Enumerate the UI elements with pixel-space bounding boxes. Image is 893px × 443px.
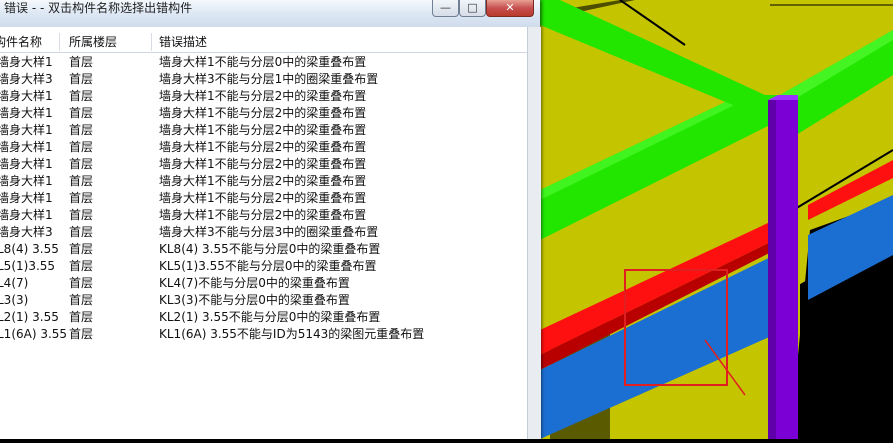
item-floor: 首层	[69, 225, 94, 239]
list-item[interactable]: L5(1)3.55 首层 KL5(1)3.55不能与分层0中的梁重叠布置	[0, 258, 527, 275]
list-header: 构件名称 所属楼层 错误描述	[0, 33, 527, 51]
item-name[interactable]: 墙身大样1	[0, 207, 53, 224]
item-name[interactable]: 墙身大样1	[0, 156, 53, 173]
list-item[interactable]: 墙身大样1 首层 墙身大样1不能与分层2中的梁重叠布置	[0, 156, 527, 173]
item-name[interactable]: L8(4) 3.55	[0, 241, 59, 258]
item-floor: 首层	[69, 191, 94, 205]
item-name[interactable]: 墙身大样1	[0, 190, 53, 207]
item-name[interactable]: 墙身大样3	[0, 71, 53, 88]
item-name[interactable]: L4(7)	[0, 275, 28, 292]
list-item[interactable]: L2(1) 3.55 首层 KL2(1) 3.55不能与分层0中的梁重叠布置	[0, 309, 527, 326]
list-item[interactable]: L3(3) 首层 KL3(3)不能与分层0中的梁重叠布置	[0, 292, 527, 309]
item-description: 墙身大样1不能与分层2中的梁重叠布置	[159, 174, 367, 188]
item-description: 墙身大样1不能与分层2中的梁重叠布置	[159, 89, 367, 103]
item-floor: 首层	[69, 293, 94, 307]
item-description: 墙身大样1不能与分层2中的梁重叠布置	[159, 140, 367, 154]
close-icon: ✕	[505, 1, 515, 14]
item-floor: 首层	[69, 140, 94, 154]
item-name[interactable]: L3(3)	[0, 292, 28, 309]
list-item[interactable]: 墙身大样1 首层 墙身大样1不能与分层2中的梁重叠布置	[0, 105, 527, 122]
item-floor: 首层	[69, 89, 94, 103]
item-name[interactable]: 墙身大样3	[0, 224, 53, 241]
item-description: 墙身大样1不能与分层0中的梁重叠布置	[159, 55, 367, 69]
column-header-floor[interactable]: 所属楼层	[69, 33, 152, 51]
item-floor: 首层	[69, 242, 94, 256]
dialog-title: 错误 - - 双击构件名称选择出错构件	[4, 1, 193, 15]
list-item[interactable]: L8(4) 3.55 首层 KL8(4) 3.55不能与分层0中的梁重叠布置	[0, 241, 527, 258]
item-name[interactable]: L2(1) 3.55	[0, 309, 59, 326]
minimize-button[interactable]: —	[432, 0, 459, 17]
item-name[interactable]: L1(6A) 3.55	[0, 326, 67, 343]
item-floor: 首层	[69, 72, 94, 86]
item-name[interactable]: 墙身大样1	[0, 122, 53, 139]
item-description: 墙身大样3不能与分层3中的圈梁重叠布置	[159, 225, 379, 239]
item-name[interactable]: 墙身大样1	[0, 88, 53, 105]
item-floor: 首层	[69, 174, 94, 188]
item-name[interactable]: 墙身大样1	[0, 139, 53, 156]
item-description: KL4(7)不能与分层0中的梁重叠布置	[159, 276, 350, 290]
header-divider	[0, 52, 527, 53]
item-floor: 首层	[69, 106, 94, 120]
minimize-icon: —	[440, 1, 451, 14]
item-name[interactable]: 墙身大样1	[0, 54, 53, 71]
maximize-icon: □	[467, 1, 478, 14]
column-header-name[interactable]: 构件名称	[0, 33, 60, 51]
list-item[interactable]: 墙身大样1 首层 墙身大样1不能与分层2中的梁重叠布置	[0, 139, 527, 156]
item-description: KL8(4) 3.55不能与分层0中的梁重叠布置	[159, 242, 381, 256]
3d-scene-graphic	[540, 0, 893, 439]
list-item[interactable]: 墙身大样1 首层 墙身大样1不能与分层0中的梁重叠布置	[0, 54, 527, 71]
vertical-scrollbar[interactable]	[527, 27, 541, 439]
list-item[interactable]: 墙身大样1 首层 墙身大样1不能与分层2中的梁重叠布置	[0, 190, 527, 207]
item-floor: 首层	[69, 55, 94, 69]
list-item[interactable]: L1(6A) 3.55 首层 KL1(6A) 3.55不能与ID为5143的梁图元重…	[0, 326, 527, 343]
dialog-titlebar[interactable]: 错误 - - 双击构件名称选择出错构件 — □ ✕	[0, 0, 540, 28]
item-name[interactable]: 墙身大样1	[0, 105, 53, 122]
app-viewport: 错误 - - 双击构件名称选择出错构件 — □ ✕ 构件名称 所属楼层 错误描述…	[0, 0, 893, 439]
3d-model-view[interactable]	[540, 0, 893, 439]
maximize-button[interactable]: □	[459, 0, 486, 17]
item-floor: 首层	[69, 208, 94, 222]
item-floor: 首层	[69, 123, 94, 137]
item-floor: 首层	[69, 259, 94, 273]
item-floor: 首层	[69, 327, 94, 341]
error-dialog: 错误 - - 双击构件名称选择出错构件 — □ ✕ 构件名称 所属楼层 错误描述…	[0, 0, 541, 439]
item-description: KL2(1) 3.55不能与分层0中的梁重叠布置	[159, 310, 381, 324]
item-floor: 首层	[69, 276, 94, 290]
item-description: 墙身大样3不能与分层1中的圈梁重叠布置	[159, 72, 379, 86]
item-description: KL1(6A) 3.55不能与ID为5143的梁图元重叠布置	[159, 327, 425, 341]
list-item[interactable]: 墙身大样1 首层 墙身大样1不能与分层2中的梁重叠布置	[0, 122, 527, 139]
item-description: KL3(3)不能与分层0中的梁重叠布置	[159, 293, 350, 307]
list-item[interactable]: 墙身大样3 首层 墙身大样3不能与分层1中的圈梁重叠布置	[0, 71, 527, 88]
item-description: 墙身大样1不能与分层2中的梁重叠布置	[159, 157, 367, 171]
error-list: 墙身大样1 首层 墙身大样1不能与分层0中的梁重叠布置 墙身大样3 首层 墙身大样3不能…	[0, 54, 527, 343]
item-name[interactable]: L5(1)3.55	[0, 258, 55, 275]
item-floor: 首层	[69, 157, 94, 171]
list-item[interactable]: 墙身大样1 首层 墙身大样1不能与分层2中的梁重叠布置	[0, 88, 527, 105]
item-floor: 首层	[69, 310, 94, 324]
list-item[interactable]: L4(7) 首层 KL4(7)不能与分层0中的梁重叠布置	[0, 275, 527, 292]
column-header-description[interactable]: 错误描述	[159, 33, 365, 51]
item-description: 墙身大样1不能与分层2中的梁重叠布置	[159, 106, 367, 120]
item-description: 墙身大样1不能与分层2中的梁重叠布置	[159, 123, 367, 137]
list-item[interactable]: 墙身大样1 首层 墙身大样1不能与分层2中的梁重叠布置	[0, 173, 527, 190]
close-button[interactable]: ✕	[486, 0, 534, 17]
list-item[interactable]: 墙身大样3 首层 墙身大样3不能与分层3中的圈梁重叠布置	[0, 224, 527, 241]
list-item[interactable]: 墙身大样1 首层 墙身大样1不能与分层2中的梁重叠布置	[0, 207, 527, 224]
item-description: 墙身大样1不能与分层2中的梁重叠布置	[159, 191, 367, 205]
item-name[interactable]: 墙身大样1	[0, 173, 53, 190]
item-description: 墙身大样1不能与分层2中的梁重叠布置	[159, 208, 367, 222]
item-description: KL5(1)3.55不能与分层0中的梁重叠布置	[159, 259, 377, 273]
